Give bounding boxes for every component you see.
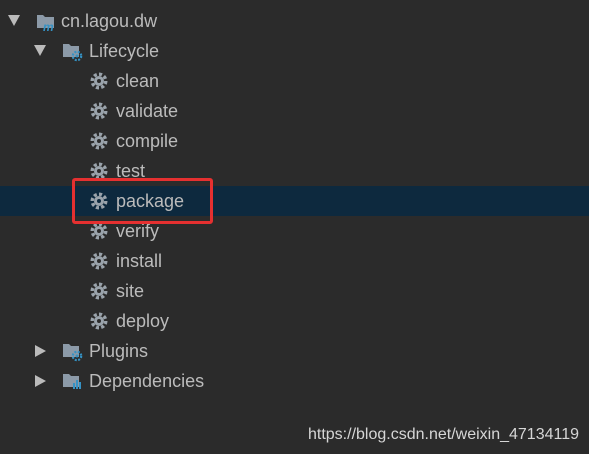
expand-arrow-icon[interactable] <box>34 45 46 56</box>
goal-label: clean <box>116 71 160 91</box>
goal-label: install <box>116 251 163 271</box>
lifecycle-goal-site[interactable]: site <box>0 276 589 306</box>
tree-node-dependencies[interactable]: Dependencies <box>0 366 589 396</box>
folder-gear-icon <box>62 340 84 362</box>
watermark-text: https://blog.csdn.net/weixin_47134119 <box>307 426 579 443</box>
tree-node-project[interactable]: m cn.lagou.dw <box>0 6 589 36</box>
gear-icon <box>88 250 110 272</box>
collapse-arrow-icon[interactable] <box>35 345 46 357</box>
maven-module-icon: m <box>35 10 57 34</box>
goal-label: compile <box>116 131 179 151</box>
lifecycle-goal-deploy[interactable]: deploy <box>0 306 589 336</box>
lifecycle-goal-install[interactable]: install <box>0 246 589 276</box>
gear-icon <box>88 280 110 302</box>
svg-text:m: m <box>43 20 54 32</box>
folder-gear-icon <box>62 40 84 62</box>
expand-arrow-icon[interactable] <box>8 15 20 26</box>
gear-icon <box>88 70 110 92</box>
lifecycle-goal-clean[interactable]: clean <box>0 66 589 96</box>
gear-icon <box>88 310 110 332</box>
project-name: cn.lagou.dw <box>61 11 158 31</box>
tree-node-plugins[interactable]: Plugins <box>0 336 589 366</box>
tree-node-lifecycle[interactable]: Lifecycle <box>0 36 589 66</box>
lifecycle-goal-compile[interactable]: compile <box>0 126 589 156</box>
collapse-arrow-icon[interactable] <box>35 375 46 387</box>
gear-icon <box>88 130 110 152</box>
goal-label: validate <box>116 101 179 121</box>
folder-chart-icon <box>62 370 84 392</box>
goal-label: site <box>116 281 145 301</box>
lifecycle-label: Lifecycle <box>89 41 160 61</box>
gear-icon <box>88 100 110 122</box>
highlight-annotation-box <box>72 178 213 224</box>
maven-tree: m cn.lagou.dw Lifecycle clean validate c… <box>0 0 589 454</box>
lifecycle-goal-validate[interactable]: validate <box>0 96 589 126</box>
dependencies-label: Dependencies <box>89 371 205 391</box>
plugins-label: Plugins <box>89 341 149 361</box>
goal-label: deploy <box>116 311 170 331</box>
